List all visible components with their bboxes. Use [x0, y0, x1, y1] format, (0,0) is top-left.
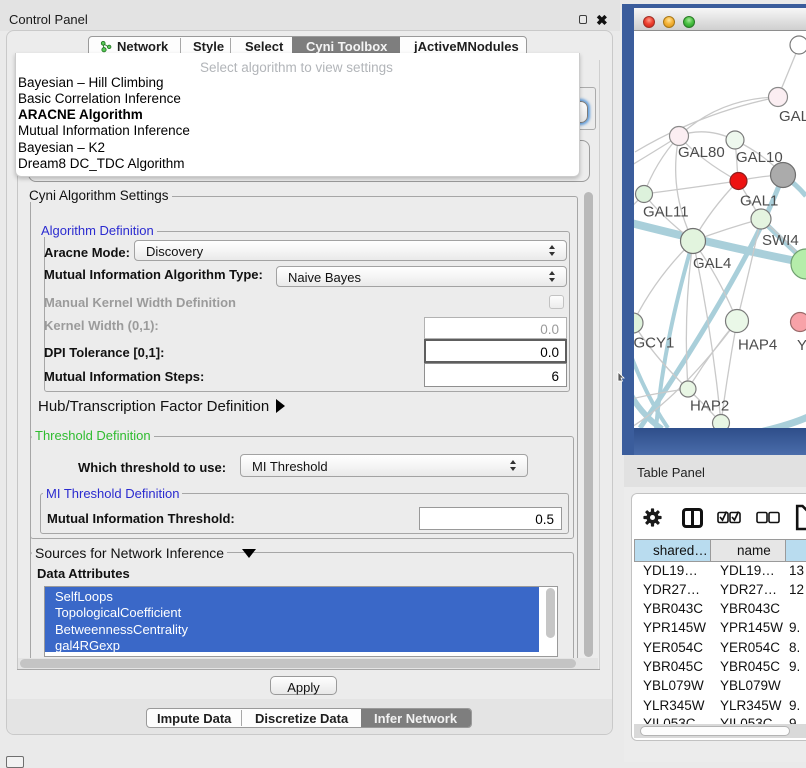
svg-text:SWI4: SWI4 [762, 232, 799, 249]
svg-text:HAP4: HAP4 [738, 337, 777, 354]
svg-text:GAL11: GAL11 [643, 204, 689, 221]
svg-text:HAP2: HAP2 [690, 398, 729, 415]
svg-text:YB: YB [797, 337, 806, 354]
svg-text:GAL10: GAL10 [736, 149, 783, 166]
svg-text:GAL7: GAL7 [779, 108, 806, 125]
svg-text:GAL4: GAL4 [693, 255, 731, 272]
svg-text:GAL1: GAL1 [740, 193, 778, 210]
svg-text:GCY1: GCY1 [634, 335, 674, 352]
svg-text:GAL80: GAL80 [678, 144, 725, 161]
